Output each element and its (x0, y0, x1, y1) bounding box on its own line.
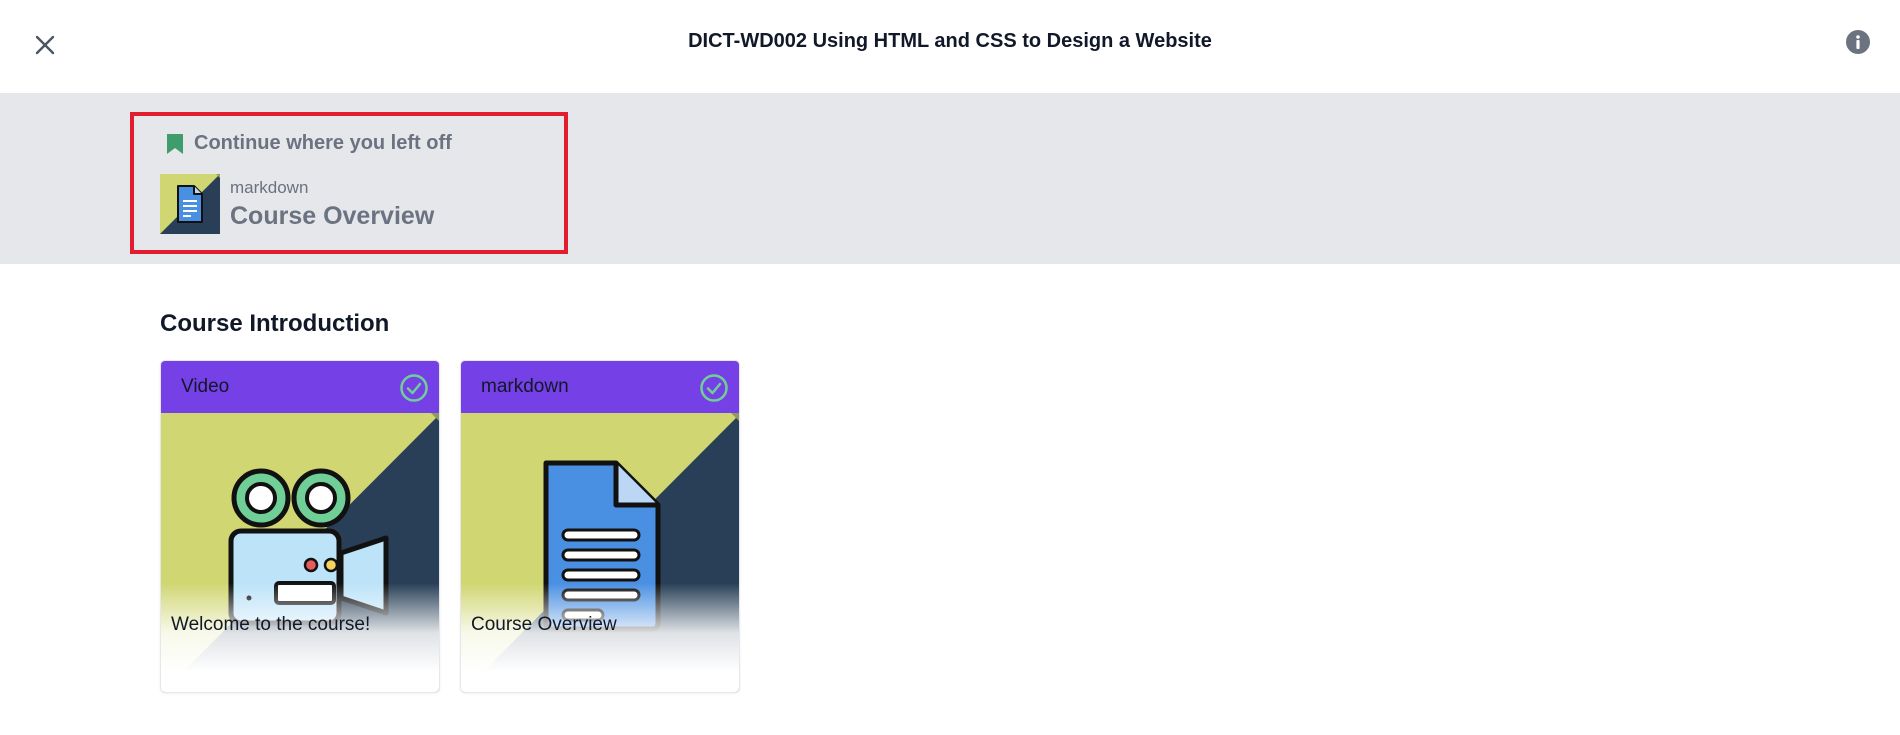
card-header: markdown (461, 361, 739, 413)
continue-where-left-off-card[interactable]: Continue where you left off markdown Cou… (130, 112, 568, 254)
card-list: Video Welcome to the course! markdown Co… (160, 360, 740, 693)
document-icon (177, 185, 203, 223)
course-card-video[interactable]: Video Welcome to the course! (160, 360, 440, 693)
section-title: Course Introduction (160, 310, 390, 337)
resume-heading: Continue where you left off (166, 132, 452, 155)
resume-item-title: Course Overview (230, 202, 435, 230)
info-button[interactable] (1844, 28, 1872, 56)
bookmark-icon (167, 133, 183, 154)
completed-check-icon (400, 374, 428, 402)
course-card-markdown[interactable]: markdown Course Overview (460, 360, 740, 693)
resume-thumbnail (160, 174, 220, 234)
card-type: Video (181, 376, 230, 397)
card-title: Welcome to the course! (171, 614, 371, 635)
resume-item-type: markdown (230, 178, 309, 197)
completed-check-icon (700, 374, 728, 402)
top-bar: DICT-WD002 Using HTML and CSS to Design … (0, 0, 1900, 94)
resume-heading-label: Continue where you left off (194, 132, 452, 154)
card-type: markdown (481, 376, 569, 397)
page-title: DICT-WD002 Using HTML and CSS to Design … (688, 30, 1212, 52)
card-title: Course Overview (471, 614, 617, 635)
resume-item[interactable]: markdown Course Overview (160, 174, 434, 234)
card-header: Video (161, 361, 439, 413)
info-icon (1846, 30, 1870, 54)
